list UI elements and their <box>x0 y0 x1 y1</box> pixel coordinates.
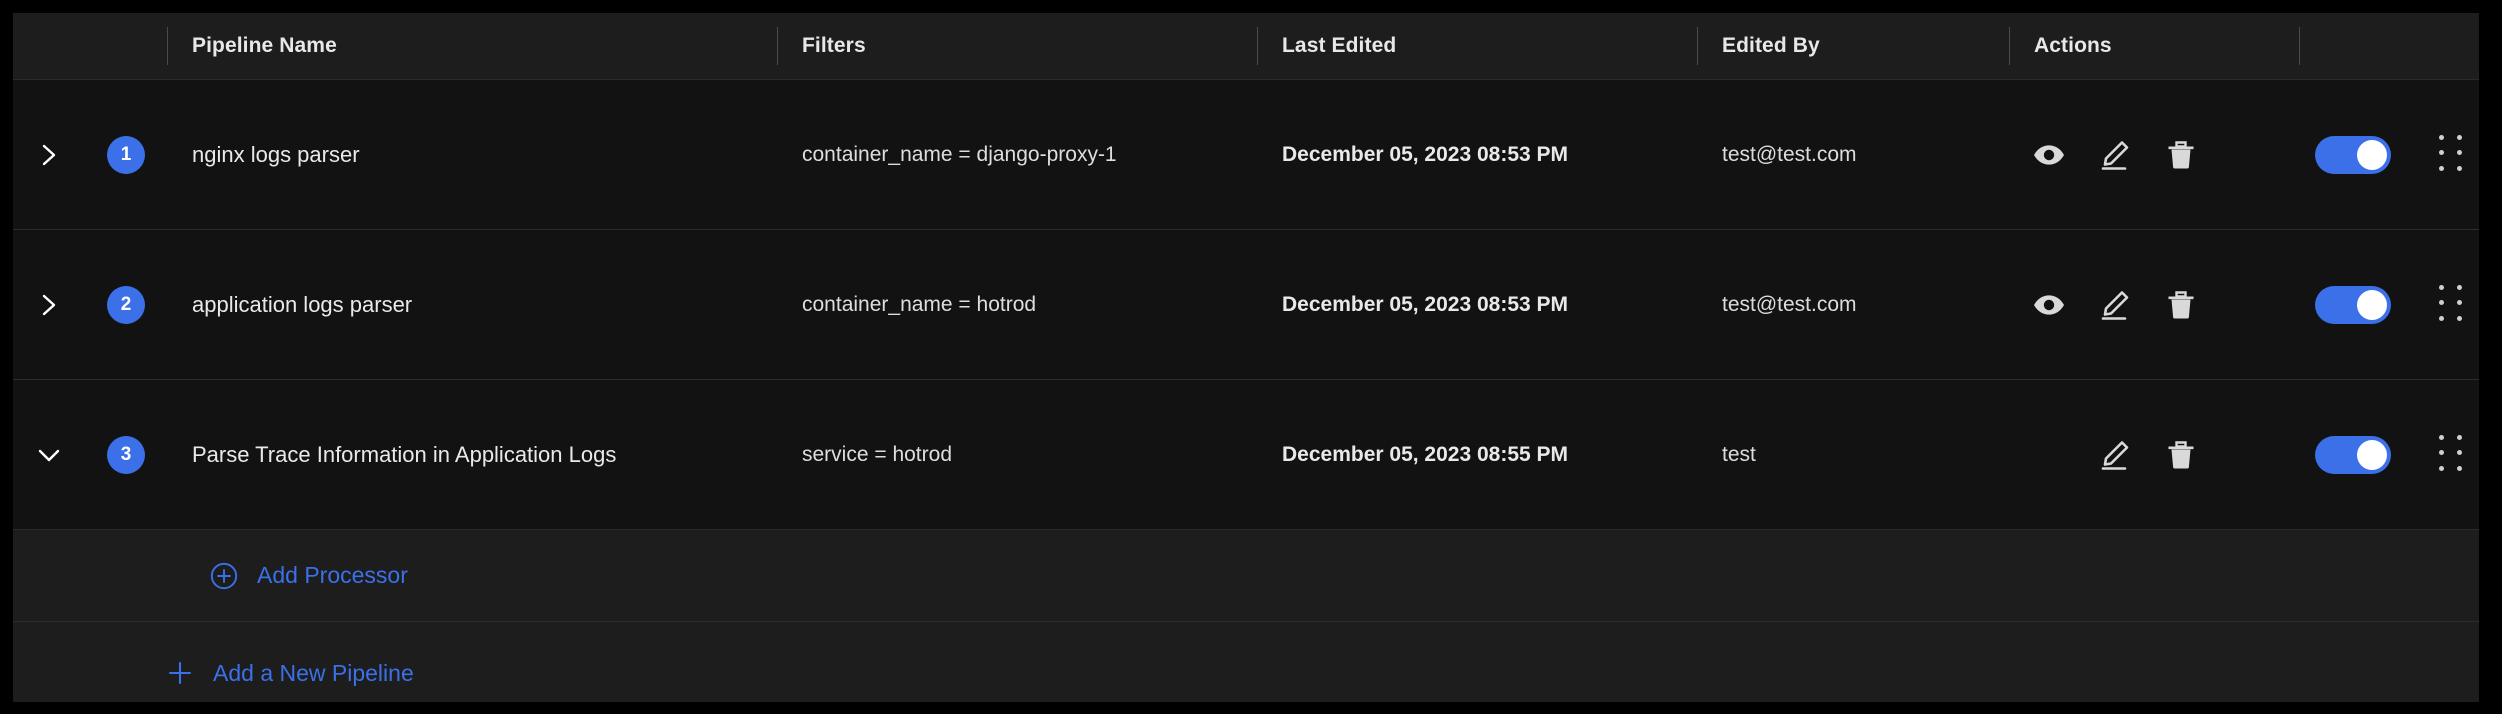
delete-icon[interactable] <box>2159 133 2203 177</box>
row-edited-by-cell: test <box>1697 443 2009 467</box>
delete-icon[interactable] <box>2159 433 2203 477</box>
row-edited-by-cell: test@test.com <box>1697 143 2009 167</box>
filters-text: container_name = django-proxy-1 <box>802 142 1117 166</box>
row-actions-cell <box>2009 283 2299 327</box>
edited-by-text: test@test.com <box>1722 142 1857 166</box>
order-badge: 3 <box>107 435 145 474</box>
chevron-down-icon[interactable] <box>13 444 85 466</box>
chevron-right-icon[interactable] <box>13 290 85 320</box>
row-toggle-cell <box>2299 434 2479 475</box>
column-header-last-edited: Last Edited <box>1257 13 1697 79</box>
column-header-filters: Filters <box>777 13 1257 79</box>
pipeline-name-text: application logs parser <box>192 291 413 317</box>
row-pipeline-name-cell: Parse Trace Information in Application L… <box>167 442 777 468</box>
drag-handle-icon[interactable] <box>2439 134 2465 175</box>
add-processor-button[interactable]: Add Processor <box>209 561 408 591</box>
row-last-edited-cell: December 05, 2023 08:55 PM <box>1257 443 1697 467</box>
drag-handle-icon[interactable] <box>2439 284 2465 325</box>
row-order-cell: 3 <box>85 435 167 474</box>
toggle-knob <box>2357 139 2387 170</box>
add-pipeline-label: Add a New Pipeline <box>213 659 414 686</box>
order-badge: 1 <box>107 135 145 174</box>
view-icon-placeholder <box>2027 433 2071 477</box>
row-edited-by-cell: test@test.com <box>1697 293 2009 317</box>
filters-text: service = hotrod <box>802 442 952 466</box>
view-icon[interactable] <box>2027 133 2071 177</box>
edited-by-text: test@test.com <box>1722 292 1857 316</box>
table-row[interactable]: 1 nginx logs parser container_name = dja… <box>13 80 2479 230</box>
last-edited-text: December 05, 2023 08:55 PM <box>1282 442 1569 466</box>
enable-pipeline-toggle[interactable] <box>2315 435 2391 474</box>
edit-icon[interactable] <box>2093 433 2137 477</box>
toggle-knob <box>2357 439 2387 470</box>
row-order-cell: 2 <box>85 285 167 324</box>
row-filters-cell: service = hotrod <box>777 443 1257 467</box>
edit-icon[interactable] <box>2093 283 2137 327</box>
row-actions-group <box>2009 283 2203 327</box>
circle-plus-icon <box>209 561 239 591</box>
row-actions-cell <box>2009 133 2299 177</box>
row-pipeline-name-cell: application logs parser <box>167 292 777 318</box>
row-filters-cell: container_name = django-proxy-1 <box>777 143 1257 167</box>
edited-by-text: test <box>1722 442 1756 466</box>
column-header-pipeline-name-label: Pipeline Name <box>192 34 337 57</box>
column-header-filters-label: Filters <box>802 34 866 57</box>
row-actions-cell <box>2009 433 2299 477</box>
add-processor-row: Add Processor <box>13 530 2479 622</box>
column-header-edited-by-label: Edited By <box>1722 34 1820 57</box>
column-header-toggle <box>2299 13 2479 79</box>
row-last-edited-cell: December 05, 2023 08:53 PM <box>1257 293 1697 317</box>
add-pipeline-row: Add a New Pipeline <box>13 622 2479 702</box>
row-toggle-cell <box>2299 284 2479 325</box>
pipelines-table-container: Pipeline Name Filters Last Edited Edited… <box>13 13 2479 702</box>
column-header-pipeline-name: Pipeline Name <box>167 13 777 79</box>
pipeline-name-text: nginx logs parser <box>192 141 360 167</box>
chevron-right-icon[interactable] <box>13 140 85 170</box>
row-last-edited-cell: December 05, 2023 08:53 PM <box>1257 143 1697 167</box>
pipeline-name-text: Parse Trace Information in Application L… <box>192 441 617 467</box>
row-actions-group <box>2009 133 2203 177</box>
column-header-order <box>85 13 167 79</box>
row-filters-cell: container_name = hotrod <box>777 293 1257 317</box>
row-toggle-cell <box>2299 134 2479 175</box>
row-pipeline-name-cell: nginx logs parser <box>167 142 777 168</box>
column-header-expand <box>13 13 85 79</box>
add-processor-label: Add Processor <box>257 562 408 588</box>
column-header-actions: Actions <box>2009 13 2299 79</box>
last-edited-text: December 05, 2023 08:53 PM <box>1282 142 1569 166</box>
row-expand-cell <box>13 444 85 466</box>
add-pipeline-button[interactable]: Add a New Pipeline <box>165 658 414 688</box>
enable-pipeline-toggle[interactable] <box>2315 285 2391 324</box>
table-row[interactable]: 3 Parse Trace Information in Application… <box>13 380 2479 530</box>
drag-handle-icon[interactable] <box>2439 434 2465 475</box>
column-header-last-edited-label: Last Edited <box>1282 34 1397 57</box>
row-expand-cell <box>13 290 85 320</box>
delete-icon[interactable] <box>2159 283 2203 327</box>
column-header-edited-by: Edited By <box>1697 13 2009 79</box>
edit-icon[interactable] <box>2093 133 2137 177</box>
order-badge: 2 <box>107 285 145 324</box>
last-edited-text: December 05, 2023 08:53 PM <box>1282 292 1569 316</box>
view-icon[interactable] <box>2027 283 2071 327</box>
plus-icon <box>165 658 195 688</box>
toggle-knob <box>2357 289 2387 320</box>
table-row[interactable]: 2 application logs parser container_name… <box>13 230 2479 380</box>
column-header-actions-label: Actions <box>2034 34 2112 57</box>
row-actions-group <box>2009 433 2203 477</box>
enable-pipeline-toggle[interactable] <box>2315 135 2391 174</box>
table-header-row: Pipeline Name Filters Last Edited Edited… <box>13 13 2479 80</box>
row-expand-cell <box>13 140 85 170</box>
row-order-cell: 1 <box>85 135 167 174</box>
filters-text: container_name = hotrod <box>802 292 1037 316</box>
